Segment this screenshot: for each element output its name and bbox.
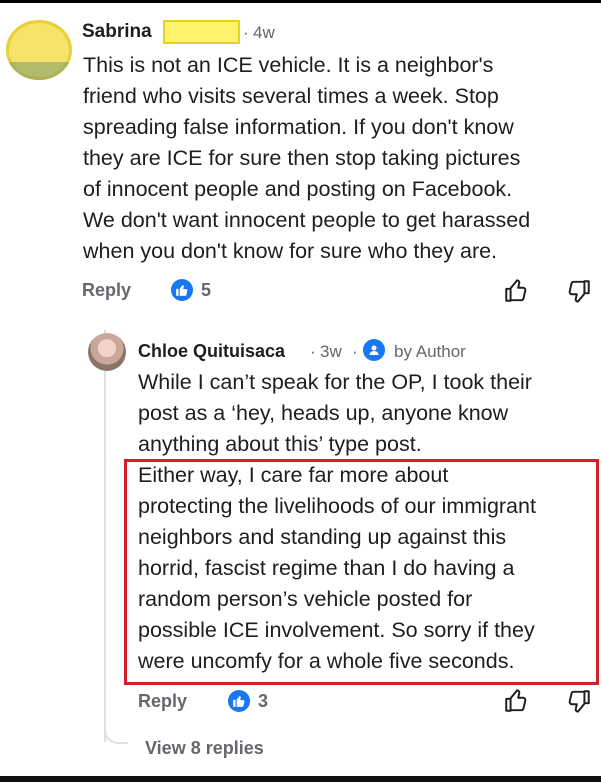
meta-separator: · bbox=[352, 342, 358, 361]
like-count: 3 bbox=[258, 691, 269, 711]
meta-separator: · bbox=[310, 342, 316, 361]
reply-line: anything about this’ type post. bbox=[138, 432, 422, 456]
like-reaction-icon[interactable] bbox=[171, 279, 193, 301]
redacted-name-highlight bbox=[163, 20, 240, 44]
red-highlight-box bbox=[124, 459, 599, 685]
reply-timestamp[interactable]: 3w bbox=[320, 342, 342, 362]
reply-line: While I can’t speak for the OP, I took t… bbox=[138, 370, 532, 394]
reply-button[interactable]: Reply bbox=[82, 280, 131, 301]
thumbs-down-icon[interactable] bbox=[566, 278, 592, 304]
reply-button[interactable]: Reply bbox=[138, 691, 187, 712]
comment-line: of innocent people and posting on Facebo… bbox=[83, 177, 513, 201]
thread-connector bbox=[104, 720, 128, 744]
meta-separator: · bbox=[243, 23, 249, 42]
like-count: 5 bbox=[201, 280, 212, 300]
comment-author-name[interactable]: Sabrina bbox=[82, 21, 152, 43]
author-badge-label: by Author bbox=[394, 342, 466, 361]
comment-line: This is not an ICE vehicle. It is a neig… bbox=[83, 53, 494, 77]
author-badge-icon bbox=[363, 339, 385, 361]
thread-line bbox=[104, 330, 106, 742]
comment-line: spreading false information. If you don'… bbox=[83, 115, 514, 139]
comment-line: friend who visits several times a week. … bbox=[83, 84, 499, 108]
avatar[interactable] bbox=[6, 20, 72, 80]
top-divider bbox=[0, 0, 601, 3]
reply-author-name[interactable]: Chloe Quituisaca bbox=[138, 341, 285, 362]
comment-timestamp[interactable]: 4w bbox=[253, 23, 275, 43]
reply-avatar[interactable] bbox=[88, 333, 126, 371]
comment-line: when you don't know for sure who they ar… bbox=[83, 239, 498, 263]
thumbs-down-icon[interactable] bbox=[566, 688, 592, 714]
view-replies-link[interactable]: View 8 replies bbox=[145, 738, 264, 759]
thumbs-up-icon[interactable] bbox=[503, 278, 529, 304]
thumbs-up-icon[interactable] bbox=[503, 688, 529, 714]
reply-line: post as a ‘hey, heads up, anyone know bbox=[138, 401, 509, 425]
comment-line: We don't want innocent people to get har… bbox=[83, 208, 531, 232]
comment-body: This is not an ICE vehicle. It is a neig… bbox=[83, 50, 593, 267]
like-reaction-icon[interactable] bbox=[228, 690, 250, 712]
bottom-divider bbox=[0, 776, 601, 782]
comment-line: they are ICE for sure then stop taking p… bbox=[83, 146, 521, 170]
